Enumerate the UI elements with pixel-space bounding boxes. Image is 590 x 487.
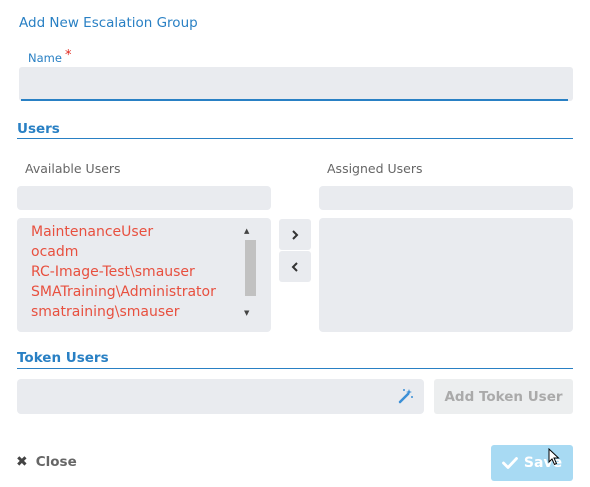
magic-wand-icon[interactable]	[398, 388, 414, 408]
close-icon: ✖	[16, 454, 28, 470]
scrollbar-thumb[interactable]	[245, 240, 256, 296]
name-input-underline	[21, 99, 568, 101]
token-user-input[interactable]	[17, 379, 424, 414]
close-button-label: Close	[35, 454, 77, 470]
list-item[interactable]: ocadm	[31, 244, 78, 260]
list-item[interactable]: smatraining\smauser	[31, 304, 180, 320]
chevron-left-icon	[291, 261, 298, 272]
chevron-right-icon	[292, 229, 299, 240]
token-users-divider	[17, 368, 573, 369]
scroll-down-arrow-icon[interactable]: ▼	[244, 309, 249, 317]
available-users-search[interactable]	[17, 186, 271, 210]
available-users-list[interactable]: MaintenanceUser ocadm RC-Image-Test\smau…	[17, 218, 271, 332]
users-section-title: Users	[17, 121, 60, 137]
name-label: Name *	[28, 48, 72, 66]
move-left-button[interactable]	[279, 251, 311, 282]
assigned-users-label: Assigned Users	[327, 161, 423, 176]
dialog-title: Add New Escalation Group	[19, 15, 198, 31]
token-users-section-title: Token Users	[17, 350, 109, 366]
checkmark-icon	[502, 457, 518, 469]
required-marker: *	[64, 48, 72, 63]
name-label-text: Name	[28, 51, 62, 65]
add-token-user-button[interactable]: Add Token User	[434, 379, 573, 414]
list-item[interactable]: RC-Image-Test\smauser	[31, 264, 195, 280]
list-item[interactable]: MaintenanceUser	[31, 224, 153, 240]
scroll-up-arrow-icon[interactable]: ▲	[244, 227, 249, 235]
close-button[interactable]: ✖ Close	[16, 454, 77, 470]
assigned-users-search[interactable]	[319, 186, 573, 210]
users-section-divider	[17, 138, 573, 139]
mouse-cursor-icon	[548, 447, 560, 470]
move-right-button[interactable]	[279, 219, 311, 250]
list-item[interactable]: SMATraining\Administrator	[31, 284, 216, 300]
available-users-label: Available Users	[25, 161, 121, 176]
name-input[interactable]	[19, 67, 573, 101]
save-button[interactable]: Save	[491, 445, 573, 481]
assigned-users-list[interactable]	[319, 218, 573, 332]
